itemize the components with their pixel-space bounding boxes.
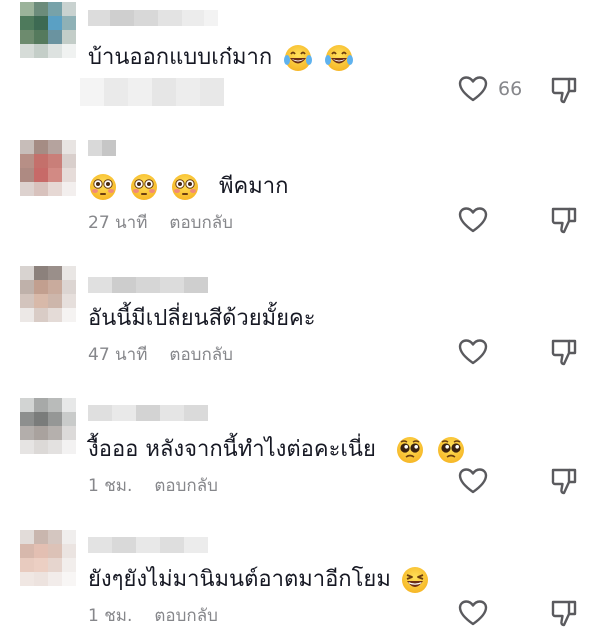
flushed-emoji — [90, 174, 116, 200]
comment-meta: 1 ชม. ตอบกลับ — [88, 472, 218, 499]
reply-button[interactable]: ตอบกลับ — [169, 213, 233, 233]
comment-time: 1 ชม. — [88, 476, 133, 496]
like-button[interactable]: 66 — [458, 75, 522, 103]
comment-time: 1 ชม. — [88, 606, 133, 626]
avatar[interactable] — [20, 140, 76, 196]
flushed-emoji — [172, 174, 198, 200]
comment-text: บ้านออกแบบเก๋มาก — [88, 43, 354, 73]
thumbs-down-outline-icon[interactable] — [550, 467, 578, 495]
thumbs-down-outline-icon[interactable] — [550, 599, 578, 627]
pleading-emoji — [396, 437, 423, 463]
username-hidden[interactable] — [88, 537, 208, 553]
hidden-meta — [80, 78, 224, 106]
pleading-emoji — [437, 437, 464, 463]
heart-outline-icon[interactable] — [458, 338, 488, 366]
avatar[interactable] — [20, 530, 76, 586]
grinning-squinting-emoji — [401, 567, 428, 593]
thumbs-down-outline-icon[interactable] — [550, 76, 578, 104]
comment-text: อันนี้มีเปลี่ยนสีด้วยมั้ยคะ — [88, 306, 316, 331]
comment-time: 47 นาที — [88, 345, 148, 365]
thumbs-down-outline-icon[interactable] — [550, 338, 578, 366]
comment-time: 27 นาที — [88, 213, 148, 233]
comment-text: พีคมาก — [88, 172, 288, 202]
username-hidden[interactable] — [88, 140, 116, 156]
like-count: 66 — [498, 78, 523, 100]
comment-meta: 27 นาที ตอบกลับ — [88, 209, 233, 236]
avatar[interactable] — [20, 266, 76, 322]
heart-outline-icon[interactable] — [458, 599, 488, 627]
heart-outline-icon — [458, 76, 488, 102]
comment-text: ยังๆยังไม่มานิมนต์อาตมาอีกโยม — [88, 565, 430, 595]
reply-button[interactable]: ตอบกลับ — [154, 606, 218, 626]
username-hidden[interactable] — [88, 405, 208, 421]
avatar[interactable] — [20, 2, 76, 58]
comment-meta: 47 นาที ตอบกลับ — [88, 341, 233, 368]
tears-of-joy-emoji — [284, 45, 313, 71]
comment-text: งื้อออ หลังจากนี้ทำไงต่อคะเนี่ย — [88, 435, 466, 465]
flushed-emoji — [131, 174, 157, 200]
reply-button[interactable]: ตอบกลับ — [154, 476, 218, 496]
tears-of-joy-emoji — [325, 45, 354, 71]
heart-outline-icon[interactable] — [458, 206, 488, 234]
heart-outline-icon[interactable] — [458, 467, 488, 495]
reply-button[interactable]: ตอบกลับ — [169, 345, 233, 365]
comment-meta: 1 ชม. ตอบกลับ — [88, 602, 218, 629]
username-hidden[interactable] — [88, 277, 208, 293]
avatar[interactable] — [20, 398, 76, 454]
username-hidden[interactable] — [88, 10, 218, 26]
thumbs-down-outline-icon[interactable] — [550, 206, 578, 234]
